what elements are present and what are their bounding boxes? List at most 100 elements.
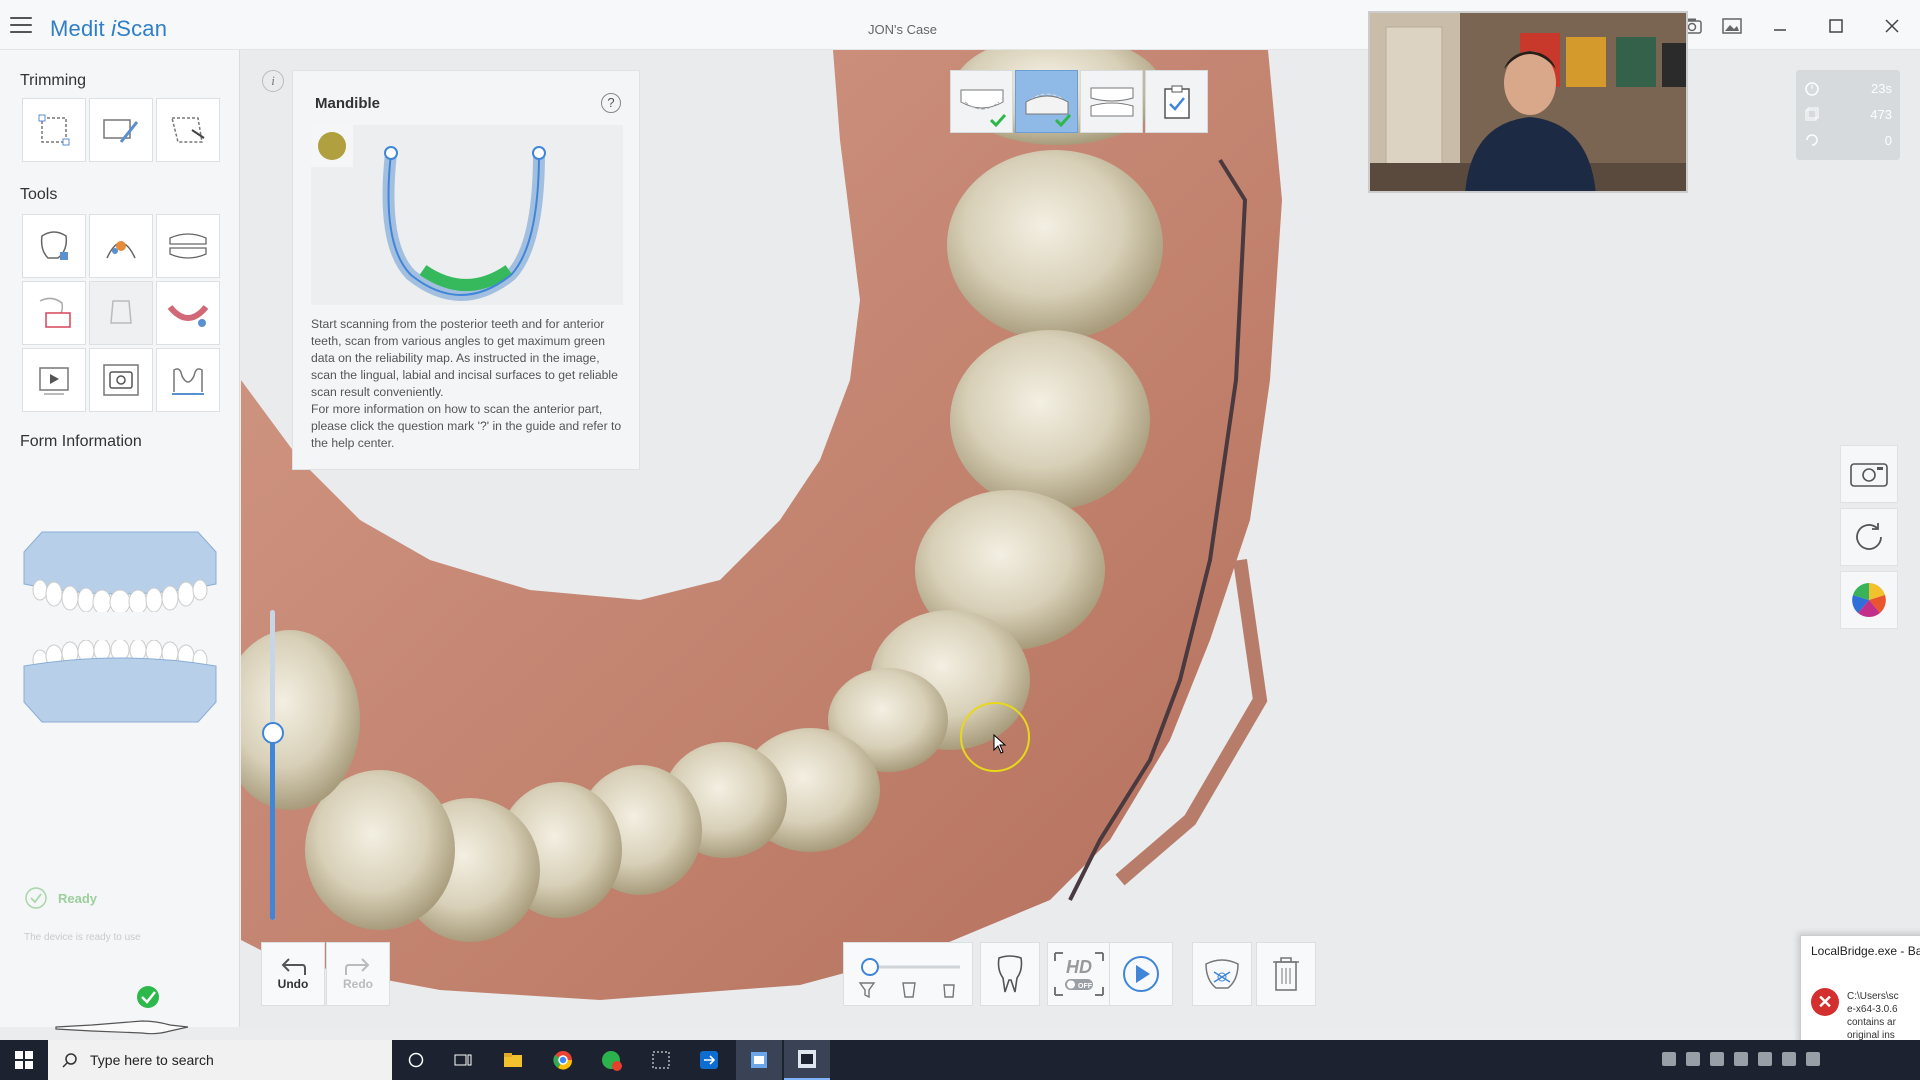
battery-icon[interactable] — [1782, 1052, 1796, 1066]
form-info-title: Form Information — [20, 433, 142, 450]
tooth-filter-icon — [902, 982, 916, 998]
volume-icon[interactable] — [1806, 1052, 1820, 1066]
trash-icon — [1273, 957, 1299, 991]
video-camera-icon — [1850, 463, 1888, 487]
hd-toggle-button[interactable]: HD OFF — [1047, 942, 1111, 1006]
chrome-icon[interactable] — [540, 1040, 586, 1080]
scan-time: 23s — [1871, 80, 1892, 96]
file-explorer-icon[interactable] — [490, 1040, 536, 1080]
hd-photo-tool[interactable] — [22, 281, 86, 345]
search-icon — [62, 1053, 77, 1068]
task-view-icon[interactable] — [440, 1040, 486, 1080]
status-label: Ready — [58, 890, 98, 906]
microphone-icon[interactable] — [1686, 1052, 1700, 1066]
rotation-icon — [1806, 134, 1818, 146]
hamburger-icon[interactable] — [10, 17, 32, 33]
tools-title: Tools — [20, 186, 58, 203]
tooth-icon — [997, 955, 1023, 993]
color-wheel-icon — [1852, 583, 1886, 618]
brush-trim-tool[interactable] — [89, 98, 153, 162]
margin-tool[interactable] — [89, 281, 153, 345]
rotation-count: 0 — [1884, 132, 1892, 148]
ai-tooth-icon — [1205, 959, 1239, 989]
capture-tool[interactable] — [89, 348, 153, 412]
measure-tool[interactable] — [156, 348, 220, 412]
cortana-icon[interactable] — [393, 1040, 439, 1080]
ready-check-icon — [25, 887, 47, 909]
scan-path-illustration — [311, 125, 623, 305]
dropbox-icon[interactable] — [1710, 1052, 1724, 1066]
redo-button[interactable]: Redo — [326, 942, 390, 1006]
guide-help-button[interactable]: ? — [601, 93, 621, 113]
reliability-tool[interactable] — [89, 214, 153, 278]
check-icon — [990, 113, 1006, 127]
windows-taskbar: Type here to search — [0, 1040, 1920, 1080]
scan-guide-panel: Mandible ? Start scanning from the poste… — [292, 70, 640, 470]
undo-button[interactable]: Undo — [261, 942, 325, 1006]
info-icon[interactable]: i — [262, 70, 284, 92]
device-status: Ready — [24, 886, 97, 910]
window-title: JON's Case — [868, 22, 937, 37]
chat-app-icon[interactable] — [588, 1040, 634, 1080]
windows-start-button[interactable] — [0, 1040, 48, 1080]
mandible-thumbnail[interactable] — [22, 638, 218, 724]
refresh-icon — [1856, 523, 1882, 550]
snipping-tool-icon[interactable] — [638, 1040, 684, 1080]
onedrive-icon[interactable] — [1734, 1052, 1748, 1066]
video-tool[interactable] — [22, 348, 86, 412]
lasso-select-tool[interactable] — [22, 98, 86, 162]
maxilla-thumbnail[interactable] — [22, 528, 218, 615]
hd-state: OFF — [1078, 983, 1093, 990]
teamviewer-icon[interactable] — [686, 1040, 732, 1080]
cup-filter-icon — [943, 984, 955, 998]
check-icon — [1055, 113, 1071, 127]
undo-label: Undo — [277, 977, 309, 991]
undo-icon — [281, 958, 306, 975]
record-video-button[interactable] — [1840, 445, 1898, 503]
windows-logo-icon — [15, 1051, 33, 1069]
status-subtext: The device is ready to use — [24, 932, 141, 943]
tab-review[interactable] — [1145, 70, 1208, 133]
close-icon[interactable] — [1864, 9, 1920, 43]
ai-filter-button[interactable] — [1192, 942, 1252, 1006]
color-mode-button[interactable] — [1840, 571, 1898, 629]
tab-mandible[interactable] — [1015, 70, 1078, 133]
minimize-icon[interactable] — [1752, 9, 1808, 43]
filter-slider-fill — [270, 732, 275, 920]
arch-lock-tool[interactable] — [156, 281, 220, 345]
scan-stage-tabs — [950, 70, 1208, 133]
guide-instructions: Start scanning from the posterior teeth … — [311, 317, 622, 450]
delete-button[interactable] — [1256, 942, 1316, 1006]
mouse-cursor-icon — [993, 734, 1007, 754]
occlusion-tool[interactable] — [156, 214, 220, 278]
filter-control[interactable] — [843, 942, 973, 1006]
hd-label: HD — [1066, 957, 1092, 977]
taskbar-search[interactable]: Type here to search — [48, 1040, 392, 1080]
webcam-overlay — [1368, 11, 1688, 193]
app-icon-meditscan-small[interactable] — [736, 1040, 782, 1080]
shot-count: 473 — [1870, 106, 1892, 122]
chevron-up-icon[interactable] — [1662, 1052, 1676, 1066]
tab-occlusion[interactable] — [1080, 70, 1143, 133]
error-icon: ✕ — [1811, 988, 1839, 1016]
lock-tooth-tool[interactable] — [22, 214, 86, 278]
redo-icon — [345, 958, 370, 975]
tooth-scan-button[interactable] — [980, 942, 1040, 1006]
timer-icon — [1805, 82, 1819, 96]
notification-title: LocalBridge.exe - Ba — [1811, 944, 1920, 958]
maximize-icon[interactable] — [1808, 9, 1864, 43]
filter-slider-handle[interactable] — [262, 722, 284, 744]
app-icon-meditscan[interactable] — [784, 1040, 830, 1080]
filter-slider-knob[interactable] — [861, 958, 879, 976]
search-placeholder: Type here to search — [90, 1052, 214, 1068]
gallery-icon[interactable] — [1712, 9, 1752, 43]
left-panel: Trimming Tools Form Information Ready Th… — [0, 50, 240, 1054]
scan-stats: 23s 473 0 — [1796, 70, 1900, 160]
network-icon[interactable] — [1758, 1052, 1772, 1066]
polyline-trim-tool[interactable] — [156, 98, 220, 162]
reset-view-button[interactable] — [1840, 508, 1898, 566]
guide-title: Mandible — [315, 95, 381, 112]
play-scan-button[interactable] — [1109, 942, 1173, 1006]
tab-maxilla[interactable] — [950, 70, 1013, 133]
app-logo: Medit iScan — [50, 16, 168, 41]
